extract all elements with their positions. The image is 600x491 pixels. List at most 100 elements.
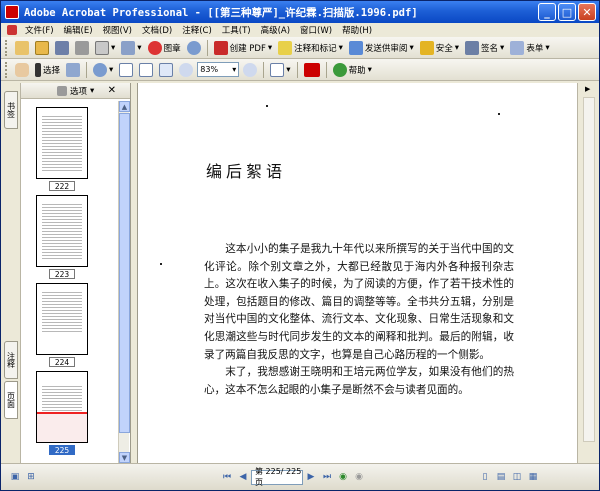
zoom-level-input[interactable]: 83% ▾ (197, 62, 240, 77)
yahoo-button[interactable] (302, 61, 322, 79)
document-view[interactable]: 编后絮语 这本小小的集子是我九十年代以来所撰写的关于当代中国的文化评论。除个别文… (137, 83, 577, 463)
menu-tools[interactable]: 工具(T) (217, 24, 256, 36)
hand-tool-button[interactable] (13, 61, 31, 79)
thumbnail-scrollbar[interactable]: ▲ ▼ (118, 101, 130, 463)
fit-width-button[interactable] (157, 61, 175, 79)
menu-window[interactable]: 窗口(W) (295, 24, 337, 36)
attach-button[interactable]: ▾ (119, 39, 143, 57)
create-pdf-button[interactable]: 创建 PDF ▾ (212, 39, 275, 57)
page-thumbnail[interactable] (36, 283, 88, 355)
camera-icon (66, 62, 81, 77)
toolbar-separator (263, 61, 265, 78)
menu-help[interactable]: 帮助(H) (337, 24, 377, 36)
document-body: 这本小小的集子是我九十年代以来所撰写的关于当代中国的文化评论。除个别文章之外，大… (204, 241, 514, 399)
scroll-down-arrow[interactable]: ▼ (119, 452, 130, 463)
size-icon[interactable]: ⊞ (23, 469, 39, 485)
hand-icon (15, 62, 29, 77)
first-page-button[interactable]: ⏮ (219, 469, 235, 485)
fit-page-icon (139, 62, 154, 77)
menu-edit[interactable]: 编辑(E) (59, 24, 98, 36)
paperclip-icon (121, 40, 136, 55)
actual-size-button[interactable] (117, 61, 135, 79)
trash-icon[interactable] (57, 85, 67, 96)
menu-file[interactable]: 文件(F) (20, 24, 59, 36)
next-page-button[interactable]: ▶ (303, 469, 319, 485)
forms-button[interactable]: 表单 ▾ (508, 39, 551, 57)
maximize-button[interactable]: □ (558, 3, 576, 21)
chevron-down-icon[interactable]: ▾ (232, 65, 236, 74)
zoom-in-button[interactable] (241, 61, 259, 79)
page-thumbnail[interactable] (36, 107, 88, 179)
scrollbar-track[interactable] (583, 97, 595, 442)
page-thumbnail-selected[interactable] (36, 371, 88, 443)
save-button[interactable] (53, 39, 71, 57)
minimize-button[interactable]: _ (538, 3, 556, 21)
zoom-tool-button[interactable]: ▾ (91, 61, 115, 79)
print-icon (75, 40, 89, 55)
help-button[interactable]: 帮助 ▾ (331, 61, 374, 79)
zoom-out-button[interactable] (177, 61, 195, 79)
zoom-out-icon (179, 62, 194, 77)
back-view-button[interactable]: ◉ (335, 469, 351, 485)
split-arrow-icon[interactable]: ▶ (585, 85, 590, 93)
zoom-in-icon (243, 62, 258, 77)
stamp-button[interactable]: 图章 (146, 39, 183, 57)
scrollbar-thumb[interactable] (119, 113, 130, 433)
title-bar[interactable]: Adobe Acrobat Professional - [[第三种尊严]_许纪… (1, 1, 599, 23)
create-pdf-icon (213, 40, 228, 55)
chevron-down-icon[interactable]: ▾ (90, 86, 94, 96)
tab-comments[interactable]: 注释 (4, 341, 18, 379)
menu-view[interactable]: 视图(V) (98, 24, 137, 36)
open-button[interactable] (33, 39, 51, 57)
navigation-tabs: 书签 注释 页面 (1, 83, 21, 463)
page-number-field[interactable]: 第 225/ 225 页 (251, 467, 303, 487)
snapshot-button[interactable] (64, 61, 82, 79)
close-button[interactable]: ✕ (578, 3, 596, 21)
forward-view-button[interactable]: ◉ (351, 469, 367, 485)
page-view-icon[interactable]: ▣ (7, 469, 23, 485)
thumbnail-label: 225 (49, 445, 75, 455)
comment-markup-button[interactable]: 注释和标记 ▾ (276, 39, 345, 57)
rotate-button[interactable]: ▾ (268, 61, 292, 79)
create-pdf-quick-button[interactable] (13, 39, 31, 57)
document-scrollbar[interactable]: ▶ (577, 83, 599, 463)
page-thumbnail[interactable] (36, 195, 88, 267)
toolbar-grip-2[interactable] (5, 61, 9, 78)
window-controls: _ □ ✕ (538, 3, 596, 21)
toolbar-separator (296, 61, 298, 78)
thumbnail-content (42, 386, 82, 412)
sign-button[interactable]: 签名 ▾ (463, 39, 506, 57)
thumbnail-content (42, 116, 82, 172)
select-tool-button[interactable]: 选择 (33, 61, 62, 79)
view-area-indicator[interactable] (37, 412, 87, 442)
comment-icon (278, 40, 293, 55)
pages-panel-header: 选项 ▾ ✕ (21, 83, 130, 99)
document-menu-icon[interactable] (7, 25, 17, 35)
facing-icon[interactable]: ◫ (509, 469, 525, 485)
email-button[interactable]: ▾ (93, 39, 117, 57)
continuous-facing-icon[interactable]: ▦ (525, 469, 541, 485)
close-icon[interactable]: ✕ (108, 85, 116, 96)
security-button[interactable]: 安全 ▾ (418, 39, 461, 57)
fit-page-button[interactable] (137, 61, 155, 79)
tab-bookmarks[interactable]: 书签 (4, 91, 18, 129)
thumbnail-content (42, 204, 82, 260)
send-review-button[interactable]: 发送供审阅 ▾ (347, 39, 416, 57)
zoom-icon (93, 62, 108, 77)
options-menu[interactable]: 选项 (70, 85, 87, 97)
scroll-up-arrow[interactable]: ▲ (119, 101, 130, 112)
continuous-icon[interactable]: ▤ (493, 469, 509, 485)
menu-document[interactable]: 文档(D) (137, 24, 177, 36)
yahoo-icon (303, 62, 320, 77)
single-page-icon[interactable]: ▯ (477, 469, 493, 485)
search-button[interactable] (185, 39, 203, 57)
last-page-button[interactable]: ⏭ (319, 469, 335, 485)
actual-size-icon (119, 62, 134, 77)
previous-page-button[interactable]: ◀ (235, 469, 251, 485)
toolbar-grip[interactable] (5, 39, 9, 56)
menu-comments[interactable]: 注释(C) (177, 24, 217, 36)
print-button[interactable] (73, 39, 91, 57)
stamp-icon (147, 40, 162, 55)
tab-pages[interactable]: 页面 (4, 381, 18, 419)
menu-advanced[interactable]: 高级(A) (256, 24, 295, 36)
